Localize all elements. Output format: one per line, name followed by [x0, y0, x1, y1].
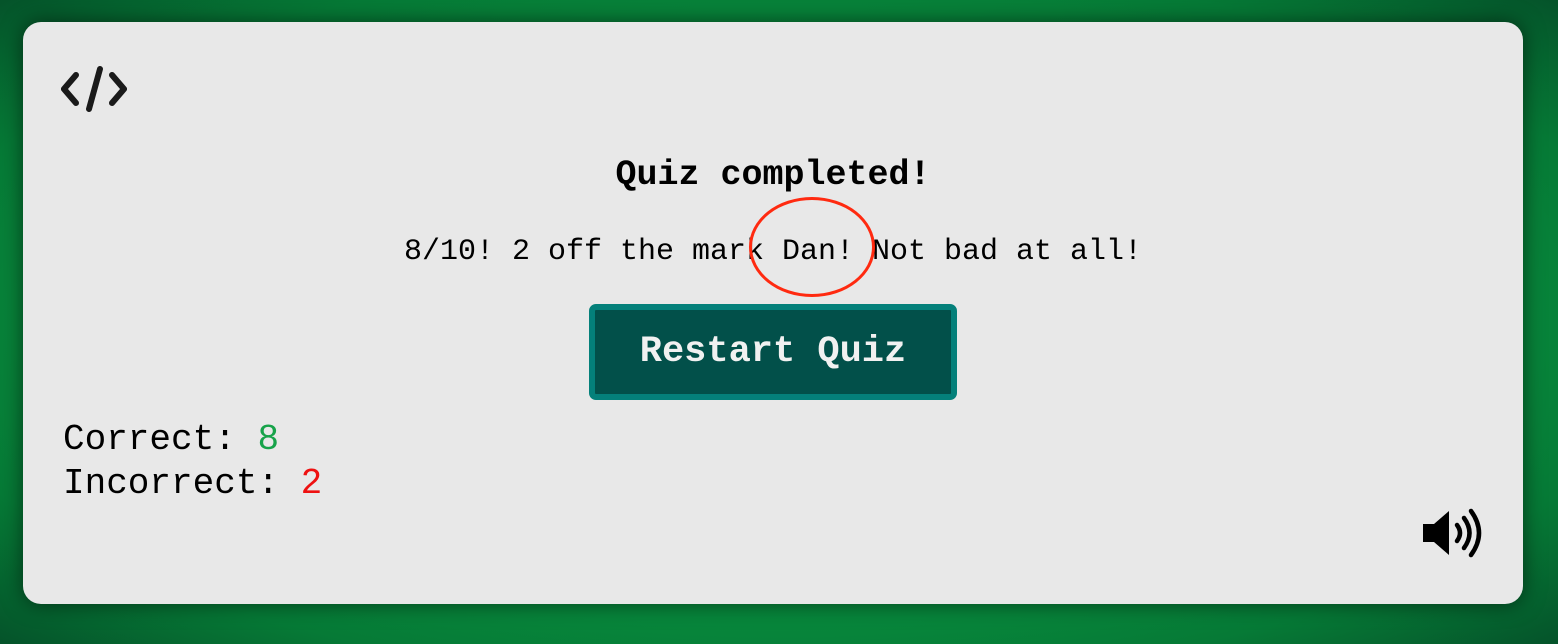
volume-icon[interactable] — [1421, 508, 1485, 558]
page-title: Quiz completed! — [615, 155, 931, 195]
correct-label: Correct: — [63, 419, 258, 460]
correct-row: Correct: 8 — [63, 418, 322, 462]
quiz-card: Quiz completed! 8/10! 2 off the mark Dan… — [23, 22, 1523, 604]
incorrect-row: Incorrect: 2 — [63, 462, 322, 506]
incorrect-label: Incorrect: — [63, 463, 301, 504]
score-stats: Correct: 8 Incorrect: 2 — [63, 418, 322, 506]
incorrect-count: 2 — [300, 463, 323, 504]
result-message: 8/10! 2 off the mark Dan! Not bad at all… — [403, 235, 1143, 269]
restart-quiz-button[interactable]: Restart Quiz — [589, 304, 957, 400]
correct-count: 8 — [257, 419, 280, 460]
code-icon — [61, 66, 127, 112]
